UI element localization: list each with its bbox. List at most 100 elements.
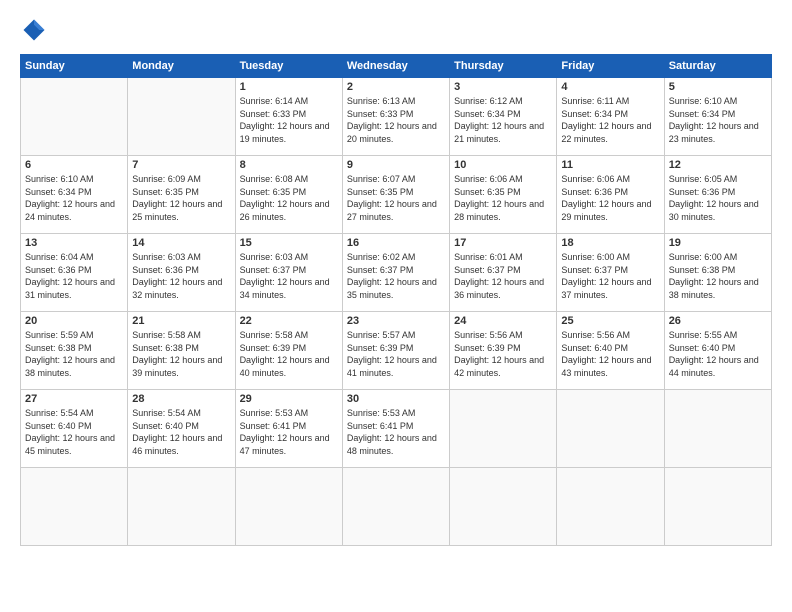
calendar-cell: 11 Sunrise: 6:06 AMSunset: 6:36 PMDayligh… — [557, 156, 664, 234]
calendar-cell: 10Sunrise: 6:06 AMSunset: 6:35 PMDayligh… — [450, 156, 557, 234]
day-info: Sunrise: 5:56 AMSunset: 6:39 PMDaylight:… — [454, 329, 552, 379]
day-info: Sunrise: 5:58 AMSunset: 6:39 PMDaylight:… — [240, 329, 338, 379]
day-info: Sunrise: 5:53 AMSunset: 6:41 PMDaylight:… — [347, 407, 445, 457]
day-number: 22 — [240, 315, 338, 327]
calendar-cell — [342, 468, 449, 546]
weekday-header: Wednesday — [342, 55, 449, 78]
calendar-cell: 30 Sunrise: 5:53 AMSunset: 6:41 PMDayligh… — [342, 390, 449, 468]
day-number: 1 — [240, 81, 338, 93]
day-info: Sunrise: 6:10 AMSunset: 6:34 PMDaylight:… — [669, 95, 767, 145]
calendar-cell: 23 Sunrise: 5:57 AMSunset: 6:39 PMDayligh… — [342, 312, 449, 390]
day-info: Sunrise: 6:13 AMSunset: 6:33 PMDaylight:… — [347, 95, 445, 145]
calendar-cell — [128, 468, 235, 546]
weekday-header: Saturday — [664, 55, 771, 78]
day-info: Sunrise: 6:03 AMSunset: 6:37 PMDaylight:… — [240, 251, 338, 301]
calendar-table: SundayMondayTuesdayWednesdayThursdayFrid… — [20, 54, 772, 546]
calendar-cell: 4 Sunrise: 6:11 AMSunset: 6:34 PMDaylight… — [557, 78, 664, 156]
calendar-cell: 1 Sunrise: 6:14 AMSunset: 6:33 PMDaylight… — [235, 78, 342, 156]
calendar-cell: 15 Sunrise: 6:03 AMSunset: 6:37 PMDayligh… — [235, 234, 342, 312]
day-number: 30 — [347, 393, 445, 405]
day-info: Sunrise: 6:08 AMSunset: 6:35 PMDaylight:… — [240, 173, 338, 223]
day-number: 7 — [132, 159, 230, 171]
calendar-row: 27Sunrise: 5:54 AMSunset: 6:40 PMDayligh… — [21, 390, 772, 468]
day-info: Sunrise: 6:11 AMSunset: 6:34 PMDaylight:… — [561, 95, 659, 145]
calendar-cell: 20 Sunrise: 5:59 AMSunset: 6:38 PMDayligh… — [21, 312, 128, 390]
day-info: Sunrise: 5:54 AMSunset: 6:40 PMDaylight:… — [132, 407, 230, 457]
calendar-cell: 16Sunrise: 6:02 AMSunset: 6:37 PMDayligh… — [342, 234, 449, 312]
calendar-cell: 27Sunrise: 5:54 AMSunset: 6:40 PMDayligh… — [21, 390, 128, 468]
day-info: Sunrise: 5:55 AMSunset: 6:40 PMDaylight:… — [669, 329, 767, 379]
day-info: Sunrise: 6:05 AMSunset: 6:36 PMDaylight:… — [669, 173, 767, 223]
day-number: 15 — [240, 237, 338, 249]
day-number: 20 — [25, 315, 123, 327]
calendar-cell — [450, 390, 557, 468]
day-info: Sunrise: 6:06 AMSunset: 6:35 PMDaylight:… — [454, 173, 552, 223]
calendar-cell — [664, 390, 771, 468]
page: SundayMondayTuesdayWednesdayThursdayFrid… — [0, 0, 792, 612]
day-number: 18 — [561, 237, 659, 249]
day-info: Sunrise: 6:03 AMSunset: 6:36 PMDaylight:… — [132, 251, 230, 301]
calendar-cell: 5 Sunrise: 6:10 AMSunset: 6:34 PMDaylight… — [664, 78, 771, 156]
calendar-cell: 25 Sunrise: 5:56 AMSunset: 6:40 PMDayligh… — [557, 312, 664, 390]
calendar-row: 13 Sunrise: 6:04 AMSunset: 6:36 PMDayligh… — [21, 234, 772, 312]
day-number: 9 — [347, 159, 445, 171]
day-info: Sunrise: 6:12 AMSunset: 6:34 PMDaylight:… — [454, 95, 552, 145]
day-number: 19 — [669, 237, 767, 249]
calendar-cell: 6Sunrise: 6:10 AMSunset: 6:34 PMDaylight… — [21, 156, 128, 234]
calendar-cell: 2 Sunrise: 6:13 AMSunset: 6:33 PMDaylight… — [342, 78, 449, 156]
day-number: 24 — [454, 315, 552, 327]
day-info: Sunrise: 6:00 AMSunset: 6:37 PMDaylight:… — [561, 251, 659, 301]
day-number: 23 — [347, 315, 445, 327]
day-number: 2 — [347, 81, 445, 93]
calendar-row: 1 Sunrise: 6:14 AMSunset: 6:33 PMDaylight… — [21, 78, 772, 156]
day-number: 8 — [240, 159, 338, 171]
day-number: 28 — [132, 393, 230, 405]
calendar-cell — [557, 468, 664, 546]
calendar-row — [21, 468, 772, 546]
day-number: 4 — [561, 81, 659, 93]
calendar-cell — [21, 468, 128, 546]
day-number: 5 — [669, 81, 767, 93]
calendar-cell: 17Sunrise: 6:01 AMSunset: 6:37 PMDayligh… — [450, 234, 557, 312]
day-number: 26 — [669, 315, 767, 327]
day-info: Sunrise: 6:09 AMSunset: 6:35 PMDaylight:… — [132, 173, 230, 223]
calendar-cell — [664, 468, 771, 546]
calendar-cell: 24 Sunrise: 5:56 AMSunset: 6:39 PMDayligh… — [450, 312, 557, 390]
calendar-cell: 8 Sunrise: 6:08 AMSunset: 6:35 PMDaylight… — [235, 156, 342, 234]
weekday-header: Tuesday — [235, 55, 342, 78]
day-info: Sunrise: 6:07 AMSunset: 6:35 PMDaylight:… — [347, 173, 445, 223]
day-info: Sunrise: 5:59 AMSunset: 6:38 PMDaylight:… — [25, 329, 123, 379]
weekday-header: Monday — [128, 55, 235, 78]
calendar-cell: 29Sunrise: 5:53 AMSunset: 6:41 PMDayligh… — [235, 390, 342, 468]
calendar-cell — [128, 78, 235, 156]
day-number: 13 — [25, 237, 123, 249]
day-info: Sunrise: 6:10 AMSunset: 6:34 PMDaylight:… — [25, 173, 123, 223]
day-info: Sunrise: 5:57 AMSunset: 6:39 PMDaylight:… — [347, 329, 445, 379]
weekday-header: Thursday — [450, 55, 557, 78]
day-info: Sunrise: 6:02 AMSunset: 6:37 PMDaylight:… — [347, 251, 445, 301]
calendar-cell: 22 Sunrise: 5:58 AMSunset: 6:39 PMDayligh… — [235, 312, 342, 390]
day-number: 21 — [132, 315, 230, 327]
day-number: 11 — [561, 159, 659, 171]
calendar-row: 6Sunrise: 6:10 AMSunset: 6:34 PMDaylight… — [21, 156, 772, 234]
day-info: Sunrise: 6:14 AMSunset: 6:33 PMDaylight:… — [240, 95, 338, 145]
calendar-cell: 9 Sunrise: 6:07 AMSunset: 6:35 PMDaylight… — [342, 156, 449, 234]
calendar-row: 20 Sunrise: 5:59 AMSunset: 6:38 PMDayligh… — [21, 312, 772, 390]
calendar-cell: 7 Sunrise: 6:09 AMSunset: 6:35 PMDaylight… — [128, 156, 235, 234]
calendar-cell: 13 Sunrise: 6:04 AMSunset: 6:36 PMDayligh… — [21, 234, 128, 312]
day-number: 12 — [669, 159, 767, 171]
day-info: Sunrise: 6:06 AMSunset: 6:36 PMDaylight:… — [561, 173, 659, 223]
day-info: Sunrise: 6:00 AMSunset: 6:38 PMDaylight:… — [669, 251, 767, 301]
calendar-cell — [557, 390, 664, 468]
day-info: Sunrise: 5:54 AMSunset: 6:40 PMDaylight:… — [25, 407, 123, 457]
day-info: Sunrise: 5:53 AMSunset: 6:41 PMDaylight:… — [240, 407, 338, 457]
day-info: Sunrise: 5:58 AMSunset: 6:38 PMDaylight:… — [132, 329, 230, 379]
calendar-cell: 3Sunrise: 6:12 AMSunset: 6:34 PMDaylight… — [450, 78, 557, 156]
day-number: 25 — [561, 315, 659, 327]
day-info: Sunrise: 6:04 AMSunset: 6:36 PMDaylight:… — [25, 251, 123, 301]
weekday-header: Sunday — [21, 55, 128, 78]
calendar-cell: 28 Sunrise: 5:54 AMSunset: 6:40 PMDayligh… — [128, 390, 235, 468]
day-info: Sunrise: 6:01 AMSunset: 6:37 PMDaylight:… — [454, 251, 552, 301]
calendar-cell: 18 Sunrise: 6:00 AMSunset: 6:37 PMDayligh… — [557, 234, 664, 312]
day-info: Sunrise: 5:56 AMSunset: 6:40 PMDaylight:… — [561, 329, 659, 379]
